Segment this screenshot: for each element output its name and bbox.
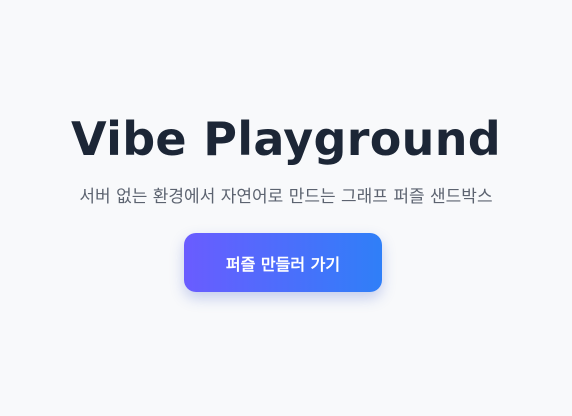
make-puzzle-button[interactable]: 퍼즐 만들러 가기 xyxy=(184,233,382,292)
make-puzzle-button-label: 퍼즐 만들러 가기 xyxy=(225,254,341,274)
page-title: Vibe Playground xyxy=(71,112,501,166)
hero-section: Vibe Playground 서버 없는 환경에서 자연어로 만드는 그래프 … xyxy=(0,0,572,416)
page-subtitle: 서버 없는 환경에서 자연어로 만드는 그래프 퍼즐 샌드박스 xyxy=(79,187,493,207)
